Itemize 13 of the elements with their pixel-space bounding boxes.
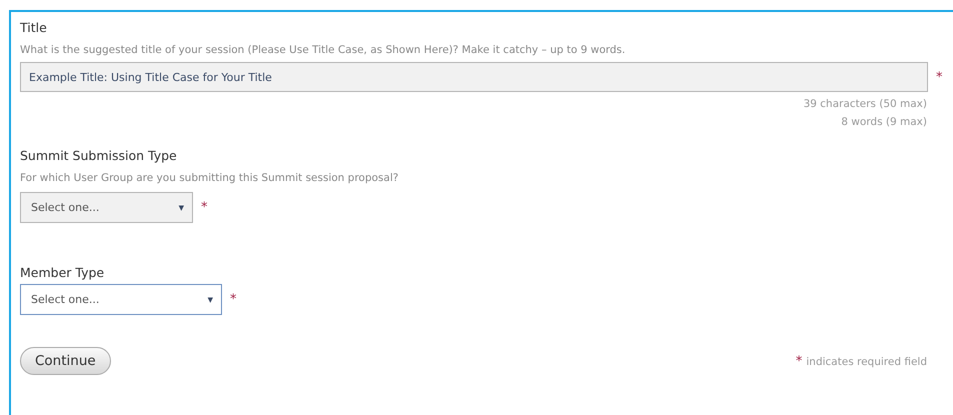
continue-button[interactable]: Continue bbox=[20, 347, 111, 375]
required-asterisk: * bbox=[201, 200, 208, 215]
field-hint: What is the suggested title of your session (Please Use Title Case, as Shown Here)? Make it catchy – up to 9 words. bbox=[20, 44, 626, 56]
required-asterisk: * bbox=[936, 70, 942, 84]
title-input[interactable]: Example Title: Using Title Case for Your Title bbox=[20, 62, 928, 92]
required-legend: * indicates required field bbox=[796, 354, 927, 368]
field-hint: For which User Group are you submitting this Summit session proposal? bbox=[20, 172, 400, 184]
field-label: Member Type bbox=[20, 265, 106, 280]
counter-text: 39 characters (50 max) bbox=[803, 98, 927, 110]
counter-text: 8 words (9 max) bbox=[841, 116, 927, 128]
field-label: Summit Submission Type bbox=[20, 148, 178, 163]
required-asterisk: * bbox=[230, 292, 236, 307]
field-label: Title bbox=[20, 20, 48, 35]
